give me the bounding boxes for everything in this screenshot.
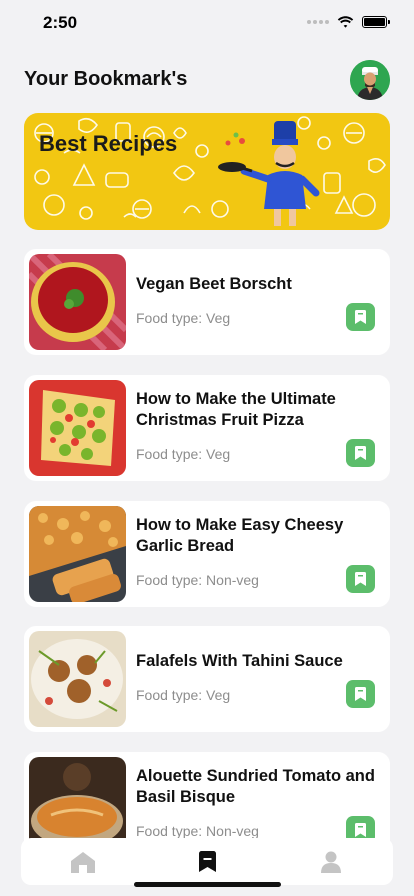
chef-avatar-icon [350, 60, 390, 100]
recipe-card[interactable]: Vegan Beet Borscht Food type: Veg [24, 249, 390, 355]
garlic-bread-image [29, 506, 126, 602]
recipe-title: How to Make Easy Cheesy Garlic Bread [136, 516, 344, 555]
bookmark-icon [355, 572, 366, 586]
tab-bookmarks[interactable] [167, 838, 247, 885]
best-recipes-banner[interactable]: Best Recipes [24, 113, 390, 230]
fruit-pizza-image [29, 380, 126, 476]
bookmark-button[interactable] [346, 303, 375, 331]
falafel-image [29, 631, 126, 727]
wifi-icon [337, 16, 354, 28]
battery-icon [362, 16, 390, 28]
bookmark-button[interactable] [346, 439, 375, 467]
cellular-signal-icon [307, 20, 329, 24]
recipe-title: Alouette Sundried Tomato and Basil Bisqu… [136, 767, 375, 806]
status-time: 2:50 [43, 13, 78, 32]
bookmark-icon [355, 310, 366, 324]
tab-bar [21, 838, 393, 885]
bookmark-icon [355, 823, 366, 837]
recipe-thumbnail [29, 631, 126, 727]
bookmark-icon [355, 687, 366, 701]
home-icon [71, 851, 95, 873]
page-title: Your Bookmark's [24, 68, 188, 90]
tab-home[interactable] [43, 838, 123, 885]
recipe-thumbnail [29, 380, 126, 476]
home-indicator [134, 882, 281, 887]
bookmark-icon [355, 446, 366, 460]
food-type-label: Food type: Veg [136, 310, 231, 326]
food-type-label: Food type: Veg [136, 446, 231, 462]
recipe-card[interactable]: How to Make Easy Cheesy Garlic Bread Foo… [24, 501, 390, 607]
recipe-title: Vegan Beet Borscht [136, 275, 292, 293]
recipe-thumbnail [29, 254, 126, 350]
food-type-label: Food type: Non-veg [136, 572, 259, 588]
beet-borscht-image [29, 254, 126, 350]
bookmark-button[interactable] [346, 680, 375, 708]
food-type-label: Food type: Non-veg [136, 823, 259, 839]
food-type-label: Food type: Veg [136, 687, 231, 703]
status-icons [307, 16, 390, 28]
status-bar: 2:50 [0, 0, 414, 48]
recipe-card[interactable]: How to Make the Ultimate Christmas Fruit… [24, 375, 390, 481]
tab-profile[interactable] [291, 838, 371, 885]
recipe-card[interactable]: Falafels With Tahini Sauce Food type: Ve… [24, 626, 390, 732]
profile-icon [321, 851, 341, 873]
bookmark-icon [198, 851, 216, 872]
chef-illustration [218, 121, 320, 226]
recipe-title: Falafels With Tahini Sauce [136, 652, 343, 670]
avatar[interactable] [350, 60, 390, 100]
banner-title: Best Recipes [39, 131, 178, 156]
recipe-title: How to Make the Ultimate Christmas Fruit… [136, 390, 336, 429]
bookmark-button[interactable] [346, 565, 375, 593]
recipe-thumbnail [29, 506, 126, 602]
